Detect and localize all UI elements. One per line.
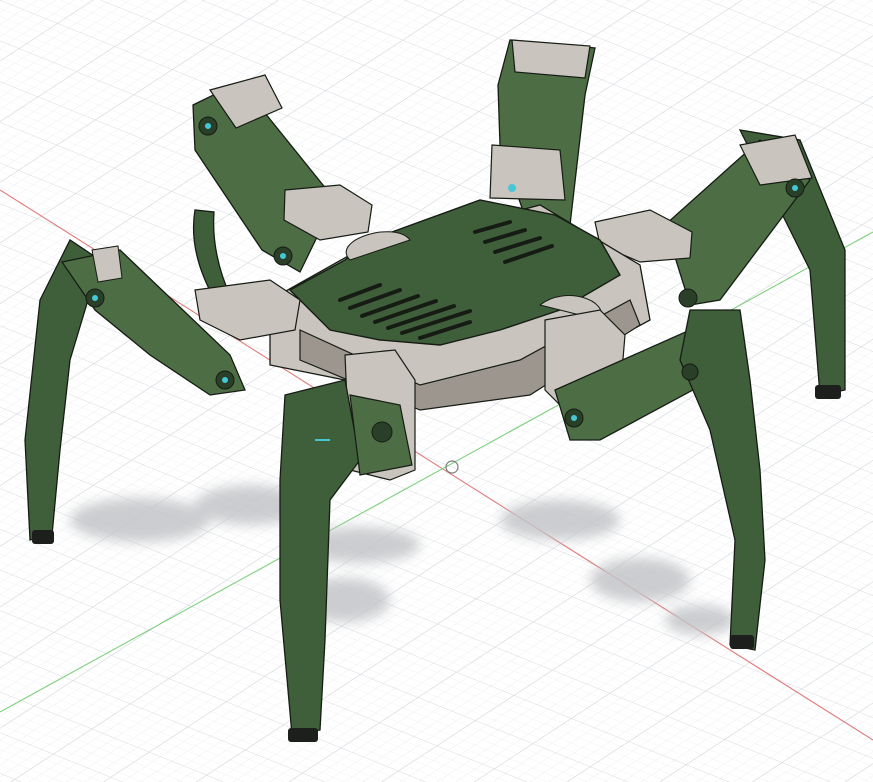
cad-viewport[interactable] <box>0 0 873 782</box>
hexapod-scene <box>0 0 873 782</box>
